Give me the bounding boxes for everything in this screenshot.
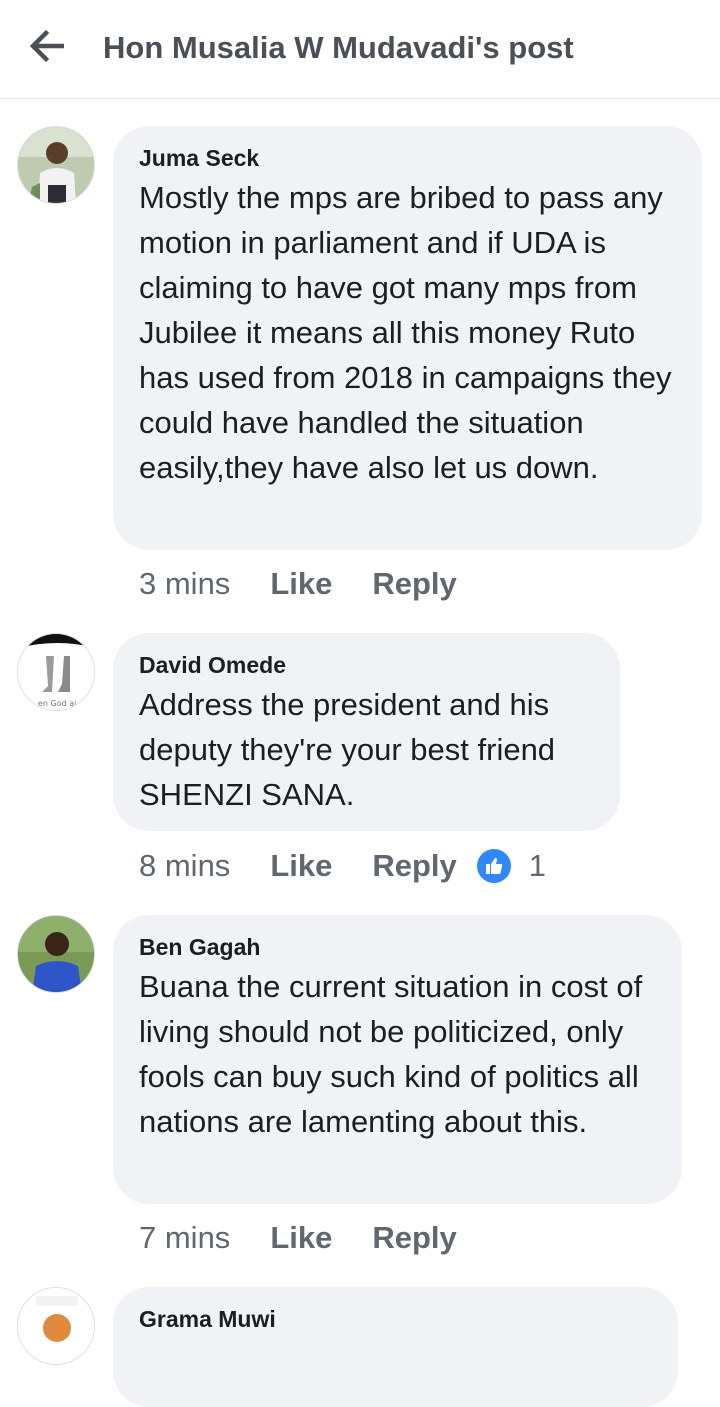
comment-actions: 8 mins Like Reply 1 (139, 848, 546, 884)
comment-time[interactable]: 8 mins (139, 848, 230, 884)
comment-author[interactable]: Ben Gagah (139, 933, 656, 961)
comment-bubble: Grama Muwi (113, 1287, 678, 1407)
thumbs-up-icon (476, 849, 511, 883)
comment-author[interactable]: Grama Muwi (139, 1305, 652, 1333)
arrow-left-icon (29, 29, 64, 63)
like-button[interactable]: Like (270, 848, 332, 884)
avatar[interactable]: en God ai (17, 633, 95, 711)
top-bar: Hon Musalia W Mudavadi's post (0, 0, 720, 99)
avatar[interactable] (17, 915, 95, 993)
reaction-summary[interactable]: 1 (476, 848, 547, 884)
avatar-photo: en God ai (18, 634, 94, 710)
avatar[interactable] (17, 126, 95, 204)
comment-actions: 3 mins Like Reply (139, 566, 457, 602)
like-button[interactable]: Like (270, 1220, 332, 1256)
svg-text:en God ai: en God ai (38, 699, 76, 708)
comment-author[interactable]: Juma Seck (139, 144, 676, 172)
page-title: Hon Musalia W Mudavadi's post (103, 30, 574, 65)
avatar-photo (18, 127, 94, 203)
comment-time[interactable]: 3 mins (139, 566, 230, 602)
comment-text: Buana the current situation in cost of l… (139, 969, 643, 1139)
comment-time[interactable]: 7 mins (139, 1220, 230, 1256)
comment-bubble: David Omede Address the president and hi… (113, 633, 620, 831)
comment-text: Mostly the mps are bribed to pass any mo… (139, 180, 672, 485)
reply-button[interactable]: Reply (372, 566, 456, 602)
avatar-photo (18, 916, 94, 992)
reply-button[interactable]: Reply (372, 848, 456, 884)
comment-author[interactable]: David Omede (139, 651, 594, 679)
back-button[interactable] (26, 26, 70, 66)
comment-bubble: Ben Gagah Buana the current situation in… (113, 915, 682, 1204)
comment-bubble: Juma Seck Mostly the mps are bribed to p… (113, 126, 702, 550)
reply-button[interactable]: Reply (372, 1220, 456, 1256)
comment-actions: 7 mins Like Reply (139, 1220, 457, 1256)
avatar-photo (18, 1288, 94, 1364)
like-button[interactable]: Like (270, 566, 332, 602)
reaction-count: 1 (528, 848, 547, 883)
comment-text: Address the president and his deputy the… (139, 687, 556, 812)
avatar[interactable] (17, 1287, 95, 1365)
